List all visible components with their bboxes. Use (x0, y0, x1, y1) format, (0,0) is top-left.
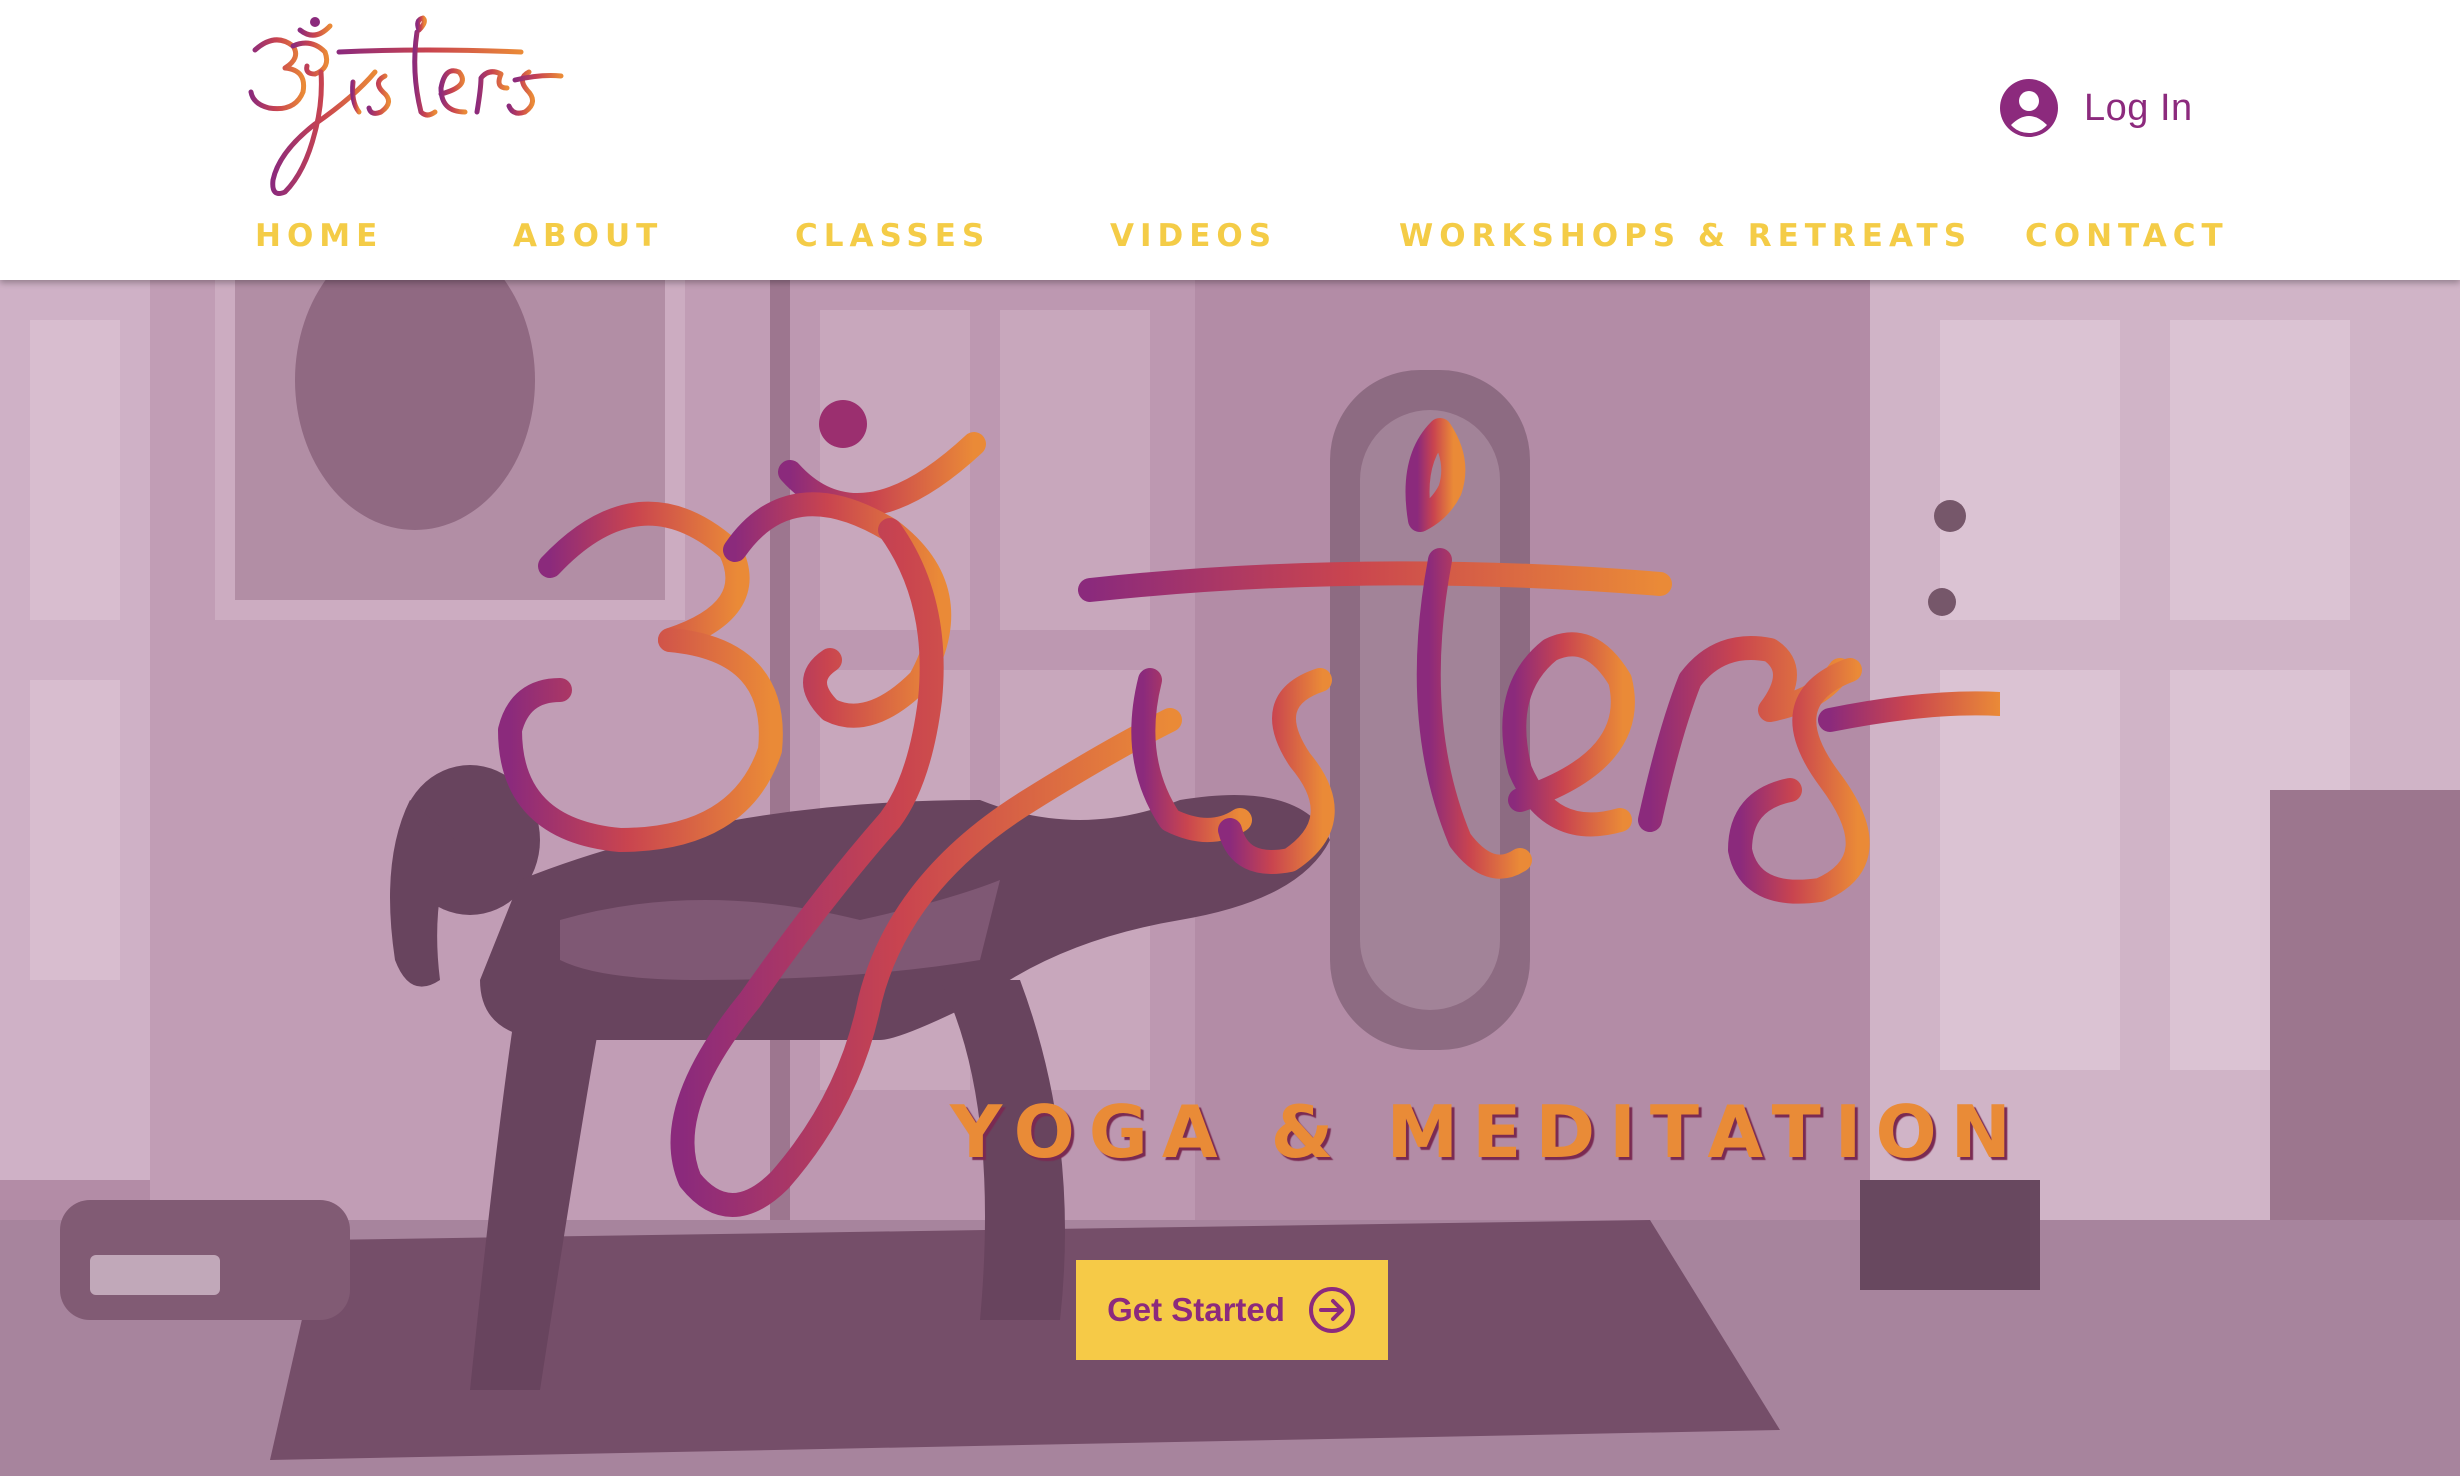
main-nav: HOME ABOUT CLASSES VIDEOS WORKSHOPS & RE… (0, 206, 2460, 266)
nav-item-home[interactable]: HOME (255, 206, 383, 266)
site-header: Log In HOME ABOUT CLASSES VIDEOS WORKSHO… (0, 0, 2460, 280)
hero-tagline: YOGA & MEDITATION (950, 1090, 2025, 1174)
login-label: Log In (2084, 86, 2193, 129)
login-link[interactable]: Log In (2000, 72, 2193, 144)
nav-item-about[interactable]: ABOUT (513, 206, 663, 266)
user-avatar-icon (2000, 79, 2058, 137)
hero-section: YOGA & MEDITATION Get Started (0, 280, 2460, 1476)
get-started-button[interactable]: Get Started (1076, 1260, 1388, 1360)
nav-item-classes[interactable]: CLASSES (795, 206, 990, 266)
nav-item-workshops-retreats[interactable]: WORKSHOPS & RETREATS (1399, 206, 1972, 266)
om-sisters-hero-logo (498, 400, 2000, 1217)
nav-item-videos[interactable]: VIDEOS (1110, 206, 1277, 266)
get-started-label: Get Started (1107, 1291, 1285, 1328)
arrow-right-circle-icon (1308, 1287, 1355, 1333)
om-sisters-logo-small (248, 15, 564, 196)
nav-item-contact[interactable]: CONTACT (2025, 206, 2229, 266)
site-logo[interactable] (245, 12, 565, 202)
